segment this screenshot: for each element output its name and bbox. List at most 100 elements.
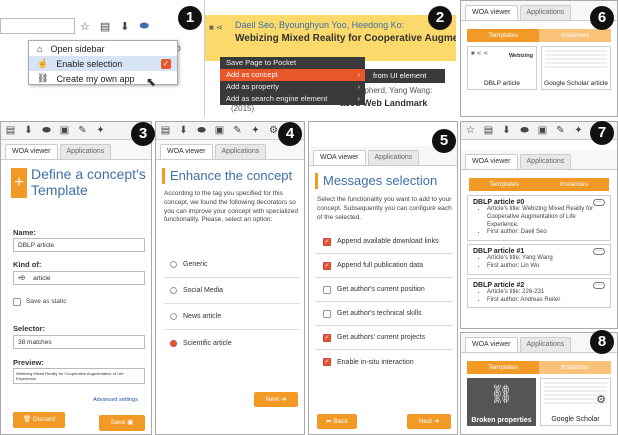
star-icon[interactable]: ☆ [80,20,90,33]
radio-icon[interactable] [170,287,177,294]
ctx-save-pocket[interactable]: Save Page to Pocket [220,57,365,69]
name-input[interactable]: DBLP article [13,238,145,252]
instance-card[interactable]: DBLP article #1 ··· Article's title: Yan… [467,244,611,275]
template-card[interactable]: Google Scholar article [541,46,611,90]
option-social-media[interactable]: Social Media [164,278,300,304]
option-news-article[interactable]: News article [164,304,300,330]
tab-applications[interactable]: Applications [367,150,420,165]
submenu-from-ui-element[interactable]: from UI element [365,69,445,83]
extension-icon[interactable]: ⬬ [140,20,149,33]
more-icon[interactable]: ··· [593,248,605,256]
seg-templates[interactable]: Templates [467,361,539,374]
template-card[interactable]: ⚙ Google Scholar [540,378,611,426]
next-button[interactable]: Next ➜ [254,392,298,407]
kind-value: article [33,275,51,282]
seg-templates[interactable]: Templates [467,29,539,42]
tab-woa-viewer[interactable]: WOA viewer [5,144,58,159]
tab-woa-viewer[interactable]: WOA viewer [160,144,213,159]
radio-selected-icon[interactable] [170,339,177,347]
next-button[interactable]: Next ➜ [407,414,451,429]
checkbox-checked-icon[interactable]: ✓ [323,358,331,366]
screen-icon[interactable]: ▣ [59,125,70,136]
reading-list-icon[interactable]: ▤ [100,20,110,33]
entry-text: epherd, Yang Wang: [360,86,433,95]
download-icon[interactable]: ⬇ [501,125,512,136]
option-full-publication[interactable]: ✓ Append full publication data [315,254,453,278]
broken-template-card[interactable]: ⛓ Broken properties [467,378,536,426]
tab-applications[interactable]: Applications [214,144,267,159]
reading-list-icon[interactable]: ▤ [160,125,171,136]
wrench-icon[interactable]: ✎ [555,125,566,136]
tab-woa-viewer[interactable]: WOA viewer [465,5,518,20]
page-title: Define a concept's [31,166,146,182]
kind-select[interactable]: ⬲ article [13,271,145,285]
tab-woa-viewer[interactable]: WOA viewer [465,154,518,169]
star-icon[interactable]: ☆ [465,125,476,136]
seg-instances[interactable]: Instances [539,178,609,191]
menu-item-enable-selection[interactable]: ☝ Enable selection ✓ [29,56,177,71]
option-download-links[interactable]: ✓ Append available download links [315,230,453,254]
ctx-add-property[interactable]: Add as property › [220,81,365,93]
checkbox-checked-icon[interactable]: ✓ [323,261,331,270]
seg-templates[interactable]: Templates [469,178,539,191]
discard-button[interactable]: 🗑 Discard [13,412,65,428]
download-icon[interactable]: ⬇ [120,20,129,33]
more-icon[interactable]: ··· [593,199,605,206]
seg-instances[interactable]: Instances [539,361,611,374]
screen-icon[interactable]: ▣ [214,125,225,136]
puzzle-icon[interactable]: ✦ [573,125,584,136]
entry-year: (2015) [231,104,255,113]
puzzle-icon[interactable]: ✦ [95,125,106,136]
save-static-row[interactable]: Save as static [13,298,66,307]
extension-icon[interactable]: ⬬ [196,125,207,136]
tab-applications[interactable]: Applications [519,5,572,20]
back-button[interactable]: ⬅ Back [317,414,357,429]
radio-icon[interactable] [170,313,177,320]
option-author-skills[interactable]: Get author's technical skills [315,302,453,326]
checkbox-icon[interactable] [323,309,331,318]
advanced-settings-link[interactable]: Advanced settings [93,397,138,403]
url-bar[interactable] [0,18,75,34]
wrench-icon[interactable]: ✎ [77,125,88,136]
wrench-icon[interactable]: ✎ [232,125,243,136]
tab-applications[interactable]: Applications [519,337,572,352]
extension-icon[interactable]: ⬬ [519,125,530,136]
tab-applications[interactable]: Applications [59,144,112,159]
checkbox-checked-icon[interactable]: ✓ [323,333,331,342]
checkbox-checked-icon[interactable]: ✓ [161,58,171,69]
puzzle-icon[interactable]: ✦ [250,125,261,136]
next-label: Next [265,396,280,403]
chevron-right-icon: › [357,70,361,79]
ctx-add-search-engine[interactable]: Add as search engine element › [220,93,365,105]
option-scientific-article[interactable]: Scientific article [164,330,300,356]
download-icon[interactable]: ⬇ [23,125,34,136]
reading-list-icon[interactable]: ▤ [483,125,494,136]
step-badge-1: 1 [178,6,202,30]
tab-woa-viewer[interactable]: WOA viewer [465,337,518,352]
reading-list-icon[interactable]: ▤ [5,125,16,136]
instance-card[interactable]: DBLP article #0 ··· Article's title: Web… [467,195,611,242]
option-in-situ[interactable]: ✓ Enable in-situ interaction [315,350,453,374]
ctx-add-concept[interactable]: Add as concept › [220,69,365,81]
tab-applications[interactable]: Applications [519,154,572,169]
instance-card[interactable]: DBLP article #2 ··· Article's title: 226… [467,277,611,309]
save-button[interactable]: Save ▣ [99,415,145,431]
download-icon[interactable]: ⬇ [178,125,189,136]
radio-icon[interactable] [170,261,177,268]
selector-input[interactable]: 38 matches [13,335,145,349]
gear-icon[interactable]: ⚙ [596,393,606,406]
tab-woa-viewer[interactable]: WOA viewer [313,150,366,165]
screen-icon[interactable]: ▣ [537,125,548,136]
option-author-position[interactable]: Get author's current position [315,278,453,302]
seg-instances[interactable]: Instances [539,29,611,42]
option-author-projects[interactable]: ✓ Get authors' current projects [315,326,453,350]
checkbox-icon[interactable] [323,285,331,294]
static-checkbox[interactable] [13,298,21,307]
checkbox-checked-icon[interactable]: ✓ [323,237,331,246]
more-icon[interactable]: ··· [593,281,605,289]
extension-icon[interactable]: ⬬ [41,125,52,136]
menu-item-open-sidebar[interactable]: ⌂ Open sidebar [29,41,177,56]
template-card[interactable]: ■ ⋖ ⋖ Webizing DBLP article [467,46,537,90]
option-generic[interactable]: Generic [164,252,300,278]
option-label: Append full publication data [337,262,424,269]
